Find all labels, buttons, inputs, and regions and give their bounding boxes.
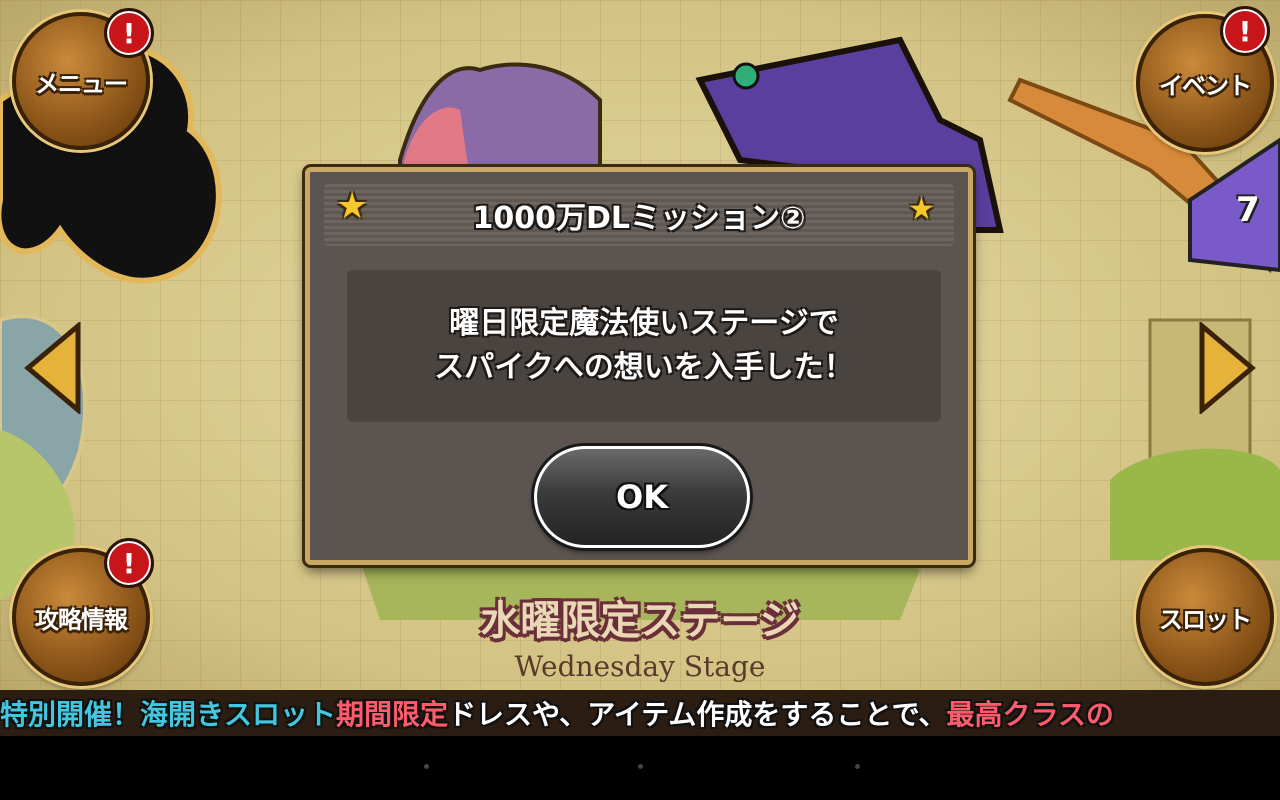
side-number: 7 — [1236, 190, 1260, 230]
stage-title: 水曜限定ステージ — [480, 598, 800, 644]
dialog-title: 1000万DLミッション② — [472, 201, 806, 236]
slot-button[interactable]: スロット — [1136, 548, 1274, 686]
alert-icon: ! — [122, 16, 136, 50]
dialog-message-line: スパイクへの想いを入手した！ — [434, 350, 854, 385]
ticker-segment: 期間限定 — [336, 698, 449, 731]
strategy-alert-badge: ! — [104, 538, 154, 588]
right-arrow-icon[interactable] — [1198, 322, 1258, 414]
stage-subtitle: Wednesday Stage — [514, 650, 766, 683]
event-alert-badge: ! — [1220, 6, 1270, 56]
left-arrow-icon[interactable] — [22, 322, 82, 414]
nav-recent-dot[interactable] — [855, 764, 860, 769]
dialog-header: 1000万DLミッション② — [324, 184, 954, 246]
star-icon: ★ — [336, 186, 369, 227]
nav-back-dot[interactable] — [424, 764, 429, 769]
slot-label: スロット — [1159, 605, 1252, 634]
mission-dialog: 1000万DLミッション② ★ ★ 曜日限定魔法使いステージで スパイクへの想い… — [305, 167, 973, 565]
alert-icon: ! — [1238, 14, 1252, 48]
ticker-segment: 特別開催！ — [0, 698, 141, 731]
menu-alert-badge: ! — [104, 8, 154, 58]
news-ticker[interactable]: 特別開催！ 海開きスロット 期間限定 ドレスや、アイテム作成をすることで、 最高… — [0, 690, 1280, 736]
game-screen: メニュー ! イベント ! 攻略情報 ! スロット 7 水曜限定ステージ Wed… — [0, 0, 1280, 700]
ok-button[interactable]: OK — [534, 446, 750, 548]
ticker-segment: 海開きスロット — [140, 698, 337, 731]
ok-label: OK — [616, 478, 668, 516]
star-icon: ★ — [908, 192, 935, 227]
ticker-segment: ドレスや、アイテム作成をすることで、 — [448, 698, 947, 731]
dialog-message-box: 曜日限定魔法使いステージで スパイクへの想いを入手した！ — [347, 270, 941, 422]
event-label: イベント — [1159, 71, 1252, 100]
alert-icon: ! — [122, 546, 136, 580]
ticker-segment: 最高クラスの — [946, 698, 1114, 731]
menu-label: メニュー — [35, 69, 128, 98]
dialog-message-line: 曜日限定魔法使いステージで — [449, 306, 839, 341]
strategy-info-label: 攻略情報 — [35, 605, 128, 634]
nav-home-dot[interactable] — [638, 764, 643, 769]
